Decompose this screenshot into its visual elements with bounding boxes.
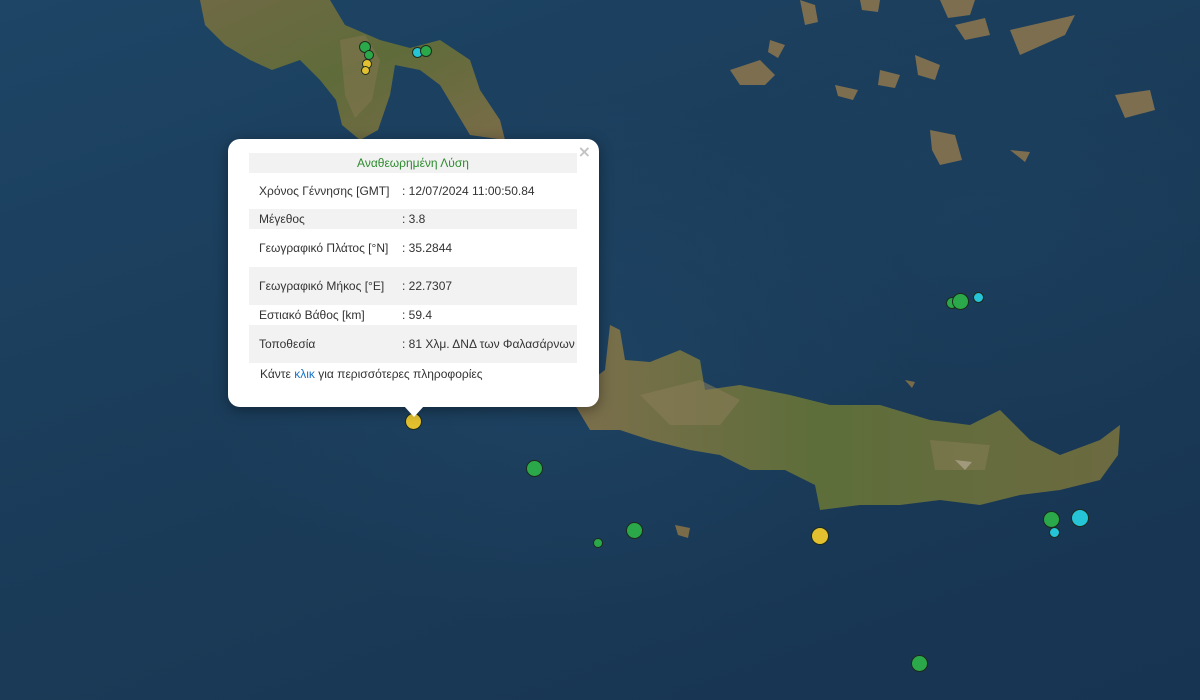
earthquake-marker[interactable] <box>626 522 643 539</box>
earthquake-marker[interactable] <box>1049 527 1060 538</box>
map-view[interactable] <box>0 0 1200 700</box>
more-info-suffix: για περισσότερες πληροφορίες <box>314 367 483 381</box>
popup-pointer <box>404 406 424 417</box>
location-label: Τοποθεσία <box>249 325 394 363</box>
longitude-value: : 22.7307 <box>394 267 577 305</box>
earthquake-marker[interactable] <box>811 527 829 545</box>
earthquake-marker[interactable] <box>361 66 370 75</box>
depth-label: Εστιακό Βάθος [km] <box>259 308 365 322</box>
more-info-prefix: Κάντε <box>260 367 295 381</box>
latitude-value: : 35.2844 <box>402 241 453 255</box>
earthquake-marker[interactable] <box>526 460 543 477</box>
popup-title: Αναθεωρημένη Λύση <box>249 153 577 173</box>
depth-value: : 59.4 <box>402 308 433 322</box>
earthquake-marker[interactable] <box>593 538 603 548</box>
latitude-label: Γεωγραφικό Πλάτος [°N] <box>259 241 389 255</box>
earthquake-marker[interactable] <box>420 45 432 57</box>
earthquake-marker[interactable] <box>1071 509 1089 527</box>
more-info-text: Κάντε κλικ για περισσότερες πληροφορίες <box>249 367 578 381</box>
origin-time-value: : 12/07/2024 11:00:50.84 <box>402 184 535 198</box>
crete-landmass <box>575 325 1120 510</box>
earthquake-details-table: Αναθεωρημένη Λύση Χρόνος Γέννησης [GMT] … <box>249 153 577 363</box>
origin-time-label: Χρόνος Γέννησης [GMT] <box>259 184 390 198</box>
more-info-link[interactable]: κλικ <box>294 367 315 381</box>
earthquake-marker[interactable] <box>1043 511 1060 528</box>
earthquake-marker[interactable] <box>973 292 984 303</box>
magnitude-value: : 3.8 <box>394 209 577 229</box>
close-icon[interactable]: × <box>578 144 591 160</box>
earthquake-marker[interactable] <box>952 293 969 310</box>
earthquake-info-popup: × Αναθεωρημένη Λύση Χρόνος Γέννησης [GMT… <box>228 139 599 417</box>
location-value: : 81 Χλμ. ΔΝΔ των Φαλασάρνων <box>394 325 577 363</box>
earthquake-marker[interactable] <box>911 655 928 672</box>
magnitude-label: Μέγεθος <box>249 209 394 229</box>
longitude-label: Γεωγραφικό Μήκος [°E] <box>249 267 394 305</box>
satellite-terrain <box>200 0 1155 538</box>
